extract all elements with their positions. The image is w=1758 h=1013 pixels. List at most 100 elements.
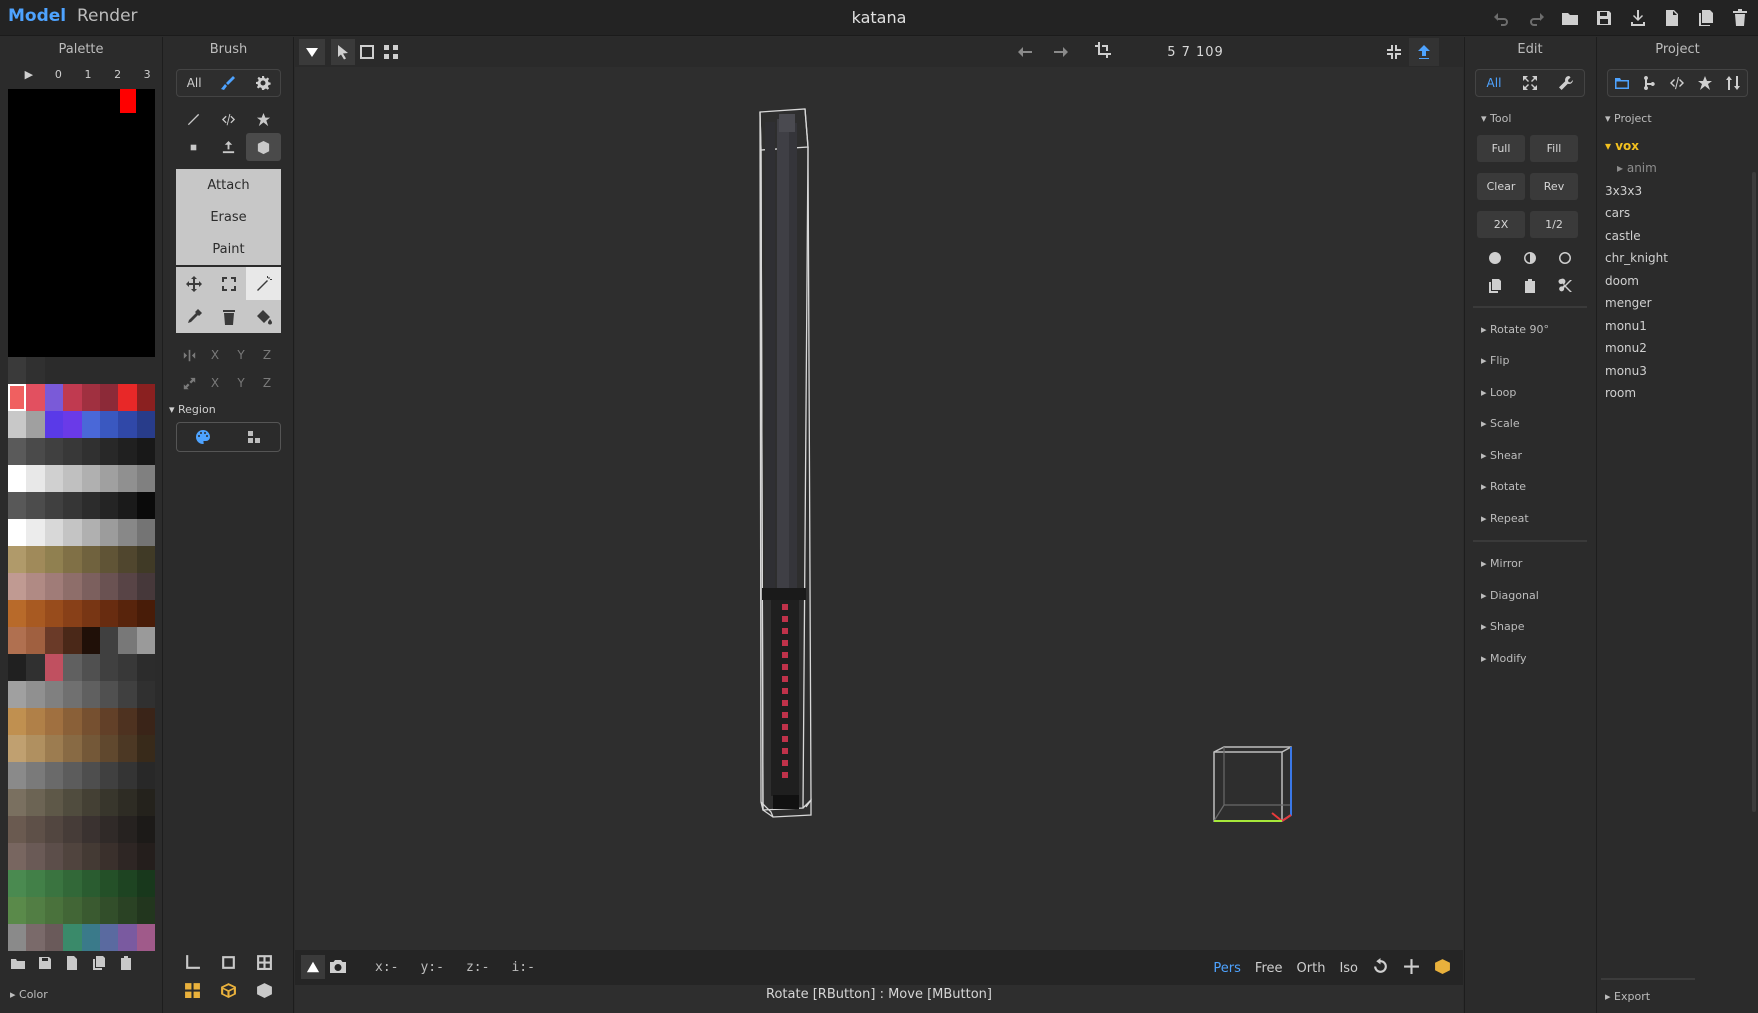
scale-section[interactable]: ▸ Scale	[1481, 408, 1595, 440]
view-orth[interactable]: Orth	[1297, 961, 1326, 976]
scale-y-toggle[interactable]: Y	[228, 369, 254, 397]
triangle-up-icon[interactable]	[301, 955, 325, 979]
brush-icon[interactable]	[211, 70, 245, 96]
edit-filter-all[interactable]: All	[1476, 70, 1512, 96]
copy-icon[interactable]	[1477, 272, 1512, 300]
extrude-icon[interactable]	[211, 133, 246, 161]
color-swatch[interactable]	[26, 492, 45, 519]
color-swatch[interactable]	[44, 492, 64, 519]
color-swatch[interactable]	[81, 384, 100, 411]
color-swatch[interactable]	[136, 546, 155, 573]
color-swatch[interactable]	[136, 924, 155, 951]
tool-section-toggle[interactable]: ▾ Tool	[1481, 103, 1595, 135]
reset-view-icon[interactable]	[1372, 958, 1389, 979]
color-swatch[interactable]	[44, 519, 64, 546]
color-swatch[interactable]	[81, 492, 100, 519]
arrow-right-icon[interactable]	[1043, 44, 1079, 60]
trash-icon[interactable]	[1728, 6, 1752, 30]
color-swatch[interactable]	[8, 411, 27, 438]
color-swatch[interactable]	[26, 384, 45, 411]
color-swatch[interactable]	[8, 681, 27, 708]
color-swatch[interactable]	[44, 789, 64, 816]
undo-icon[interactable]	[1490, 6, 1514, 30]
color-swatch[interactable]	[26, 411, 45, 438]
color-swatch[interactable]	[63, 465, 82, 492]
project-file-chr-knight[interactable]: chr_knight	[1597, 247, 1758, 270]
flip-section[interactable]: ▸ Flip	[1481, 345, 1595, 377]
color-swatch[interactable]	[26, 735, 45, 762]
color-swatch[interactable]	[118, 519, 137, 546]
color-swatch[interactable]	[26, 762, 45, 789]
color-swatch[interactable]	[63, 762, 82, 789]
color-swatch[interactable]	[63, 816, 82, 843]
model-dimensions[interactable]: 5 7 109	[1136, 38, 1255, 66]
view-free[interactable]: Free	[1255, 961, 1283, 976]
open-icon[interactable]	[1558, 6, 1582, 30]
blocks-icon[interactable]	[229, 423, 281, 451]
clear-button[interactable]: Clear	[1477, 172, 1525, 200]
color-swatch[interactable]	[136, 411, 155, 438]
color-swatch[interactable]	[63, 492, 82, 519]
select-icon[interactable]	[211, 267, 246, 300]
color-swatch[interactable]	[26, 654, 45, 681]
gear-icon[interactable]	[246, 70, 280, 96]
color-swatch[interactable]	[44, 681, 64, 708]
color-swatch[interactable]	[136, 492, 155, 519]
color-swatch[interactable]	[26, 438, 45, 465]
circle-half-icon[interactable]	[1512, 244, 1547, 272]
color-swatch[interactable]	[118, 627, 137, 654]
color-swatch[interactable]	[44, 546, 64, 573]
new-file-icon[interactable]	[1660, 6, 1684, 30]
color-swatch[interactable]	[136, 519, 155, 546]
box-select-icon[interactable]	[355, 39, 379, 65]
color-swatch[interactable]	[99, 735, 119, 762]
color-swatch[interactable]	[99, 816, 119, 843]
color-swatch[interactable]	[8, 627, 27, 654]
color-swatch[interactable]	[26, 546, 45, 573]
color-swatch[interactable]	[81, 411, 100, 438]
color-swatch[interactable]	[81, 843, 100, 870]
color-swatch[interactable]	[118, 789, 137, 816]
project-file-room[interactable]: room	[1597, 382, 1758, 405]
project-hscrollbar[interactable]	[1601, 978, 1695, 980]
color-swatch[interactable]	[81, 600, 100, 627]
color-swatch[interactable]	[136, 870, 155, 897]
mirror-section[interactable]: ▸ Mirror	[1481, 548, 1595, 580]
project-file-monu2[interactable]: monu2	[1597, 337, 1758, 360]
cursor-icon[interactable]	[331, 39, 355, 65]
palette-tab-1[interactable]: 1	[73, 68, 103, 81]
double-button[interactable]: 2X	[1477, 210, 1525, 238]
color-swatch[interactable]	[26, 789, 45, 816]
color-swatch[interactable]	[26, 816, 45, 843]
color-swatch[interactable]	[44, 465, 64, 492]
color-swatch[interactable]	[8, 600, 27, 627]
color-swatch[interactable]	[44, 924, 64, 951]
color-swatch[interactable]	[8, 492, 27, 519]
region-section-toggle[interactable]: ▾ Region	[169, 403, 293, 416]
color-swatch[interactable]	[99, 681, 119, 708]
shear-section[interactable]: ▸ Shear	[1481, 440, 1595, 472]
color-swatch[interactable]	[63, 627, 82, 654]
collapse-icon[interactable]	[1379, 44, 1409, 60]
file-icon[interactable]	[64, 955, 80, 975]
camera-icon[interactable]	[329, 958, 347, 978]
rev-button[interactable]: Rev	[1530, 172, 1578, 200]
color-swatch[interactable]	[8, 465, 27, 492]
color-swatch[interactable]	[44, 654, 64, 681]
palette-tab-3[interactable]: 3	[132, 68, 162, 81]
modify-section[interactable]: ▸ Modify	[1481, 643, 1595, 675]
color-swatch[interactable]	[99, 519, 119, 546]
color-swatch[interactable]	[63, 654, 82, 681]
color-swatch[interactable]	[136, 681, 155, 708]
cube-view-icon[interactable]	[1434, 958, 1451, 979]
color-swatch[interactable]	[8, 519, 27, 546]
color-swatch[interactable]	[118, 573, 137, 600]
color-swatch[interactable]	[136, 708, 155, 735]
brush-filter-all[interactable]: All	[177, 70, 211, 96]
mirror-y-toggle[interactable]: Y	[228, 341, 254, 369]
color-swatch[interactable]	[136, 762, 155, 789]
mirror-z-toggle[interactable]: Z	[254, 341, 280, 369]
color-swatch[interactable]	[136, 897, 155, 924]
rotate-section[interactable]: ▸ Rotate	[1481, 471, 1595, 503]
color-swatch[interactable]	[81, 762, 100, 789]
